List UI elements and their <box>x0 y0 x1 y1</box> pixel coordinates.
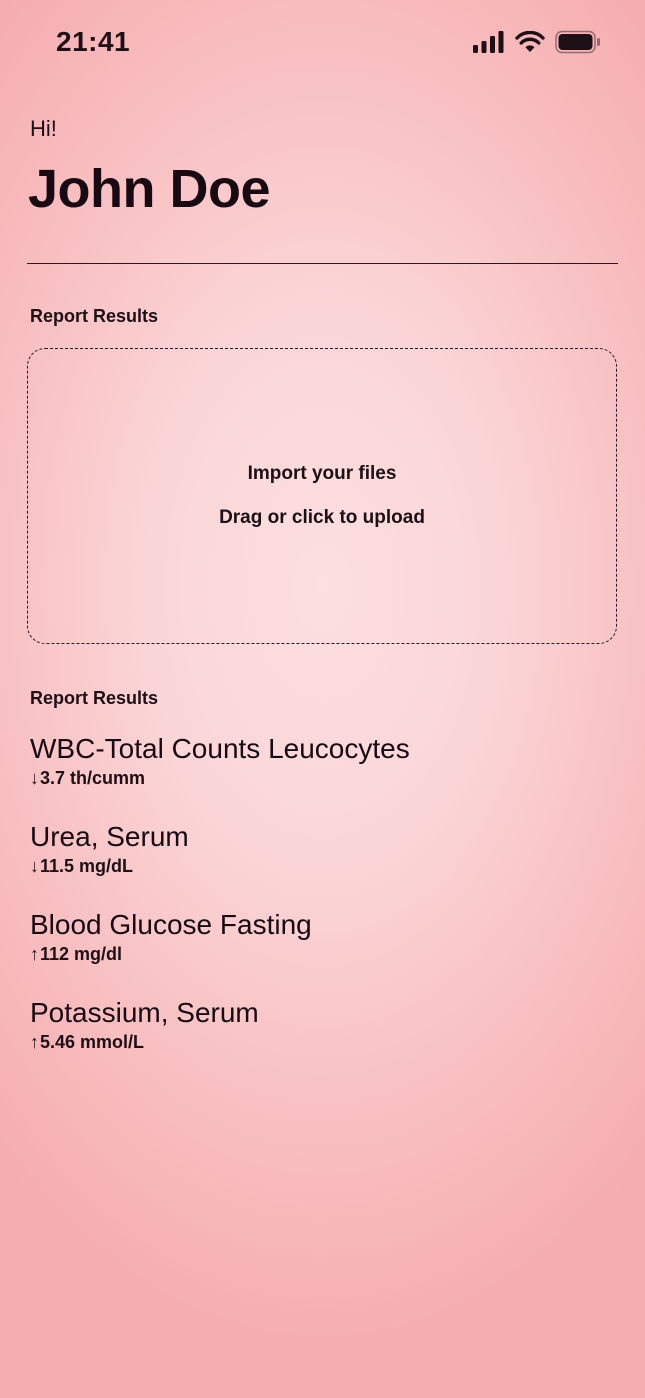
status-bar: 21:41 <box>0 0 645 90</box>
upload-subtitle: Drag or click to upload <box>219 507 425 528</box>
upload-section-label: Report Results <box>30 306 159 326</box>
file-upload-dropzone[interactable]: Import your files Drag or click to uploa… <box>27 348 617 644</box>
list-item[interactable]: Blood Glucose Fasting ↑ 112 mg/dl <box>30 908 620 996</box>
result-value-text: 3.7 th/cumm <box>40 768 146 788</box>
result-value: ↓ 3.7 th/cumm <box>30 768 620 789</box>
upload-title: Import your files <box>247 463 397 484</box>
result-value-text: 11.5 mg/dL <box>40 856 134 876</box>
result-name: Blood Glucose Fasting <box>30 909 312 940</box>
arrow-down-icon: ↓ <box>30 856 39 876</box>
result-value-text: 5.46 mmol/L <box>40 1032 145 1052</box>
result-value: ↑ 5.46 mmol/L <box>30 1032 620 1053</box>
results-section-label: Report Results <box>30 688 159 708</box>
list-item[interactable]: Potassium, Serum ↑ 5.46 mmol/L <box>30 996 620 1084</box>
status-time: 21:41 <box>56 26 131 57</box>
arrow-up-icon: ↑ <box>30 1032 39 1052</box>
status-icons <box>473 30 601 54</box>
list-item[interactable]: WBC-Total Counts Leucocytes ↓ 3.7 th/cum… <box>30 732 620 820</box>
list-item[interactable]: Urea, Serum ↓ 11.5 mg/dL <box>30 820 620 908</box>
results-list: WBC-Total Counts Leucocytes ↓ 3.7 th/cum… <box>30 732 620 1084</box>
divider <box>27 263 618 264</box>
arrow-up-icon: ↑ <box>30 944 39 964</box>
wifi-icon <box>515 31 545 53</box>
result-value: ↓ 11.5 mg/dL <box>30 856 620 877</box>
user-name: John Doe <box>28 159 271 219</box>
result-name: Urea, Serum <box>30 821 189 852</box>
result-value-text: 112 mg/dl <box>40 944 123 964</box>
result-name: WBC-Total Counts Leucocytes <box>30 733 410 764</box>
cellular-signal-icon <box>473 31 505 53</box>
battery-icon <box>555 30 601 54</box>
result-name: Potassium, Serum <box>30 997 259 1028</box>
greeting: Hi! <box>30 116 57 141</box>
arrow-down-icon: ↓ <box>30 768 39 788</box>
result-value: ↑ 112 mg/dl <box>30 944 620 965</box>
